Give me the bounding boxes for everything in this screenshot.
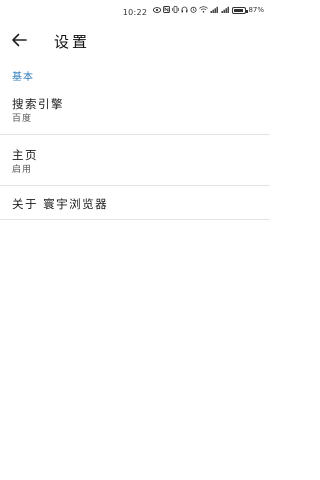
back-button[interactable] bbox=[8, 30, 30, 52]
setting-about[interactable]: 关于 寰宇浏览器 bbox=[0, 186, 270, 220]
alarm-icon bbox=[190, 6, 197, 15]
signal-icon bbox=[210, 6, 219, 15]
battery-percent: 87% bbox=[248, 6, 264, 14]
setting-title: 搜索引擎 bbox=[12, 97, 64, 111]
signal-icon bbox=[221, 6, 230, 15]
setting-homepage[interactable]: 主页 启用 bbox=[0, 135, 270, 186]
headset-icon bbox=[181, 6, 188, 15]
battery-icon bbox=[232, 7, 249, 14]
section-header-basic: 基本 bbox=[12, 72, 34, 83]
setting-value: 启用 bbox=[12, 165, 33, 175]
setting-title: 关于 寰宇浏览器 bbox=[12, 197, 109, 211]
eye-icon bbox=[153, 6, 162, 15]
page-title: 设置 bbox=[54, 33, 91, 51]
settings-list: 搜索引擎 百度 主页 启用 关于 寰宇浏览器 bbox=[0, 84, 270, 220]
setting-search-engine[interactable]: 搜索引擎 百度 bbox=[0, 84, 270, 135]
wifi-icon bbox=[199, 6, 209, 15]
setting-title: 主页 bbox=[12, 148, 38, 162]
status-bar: 10:22 87% bbox=[0, 0, 270, 24]
status-icons: 87% bbox=[153, 6, 264, 15]
vibrate-icon bbox=[172, 6, 180, 15]
nfc-icon bbox=[163, 6, 171, 15]
arrow-left-icon bbox=[11, 32, 27, 51]
setting-value: 百度 bbox=[12, 114, 33, 124]
app-bar: 设置 bbox=[0, 24, 270, 58]
battery-level bbox=[234, 9, 244, 12]
